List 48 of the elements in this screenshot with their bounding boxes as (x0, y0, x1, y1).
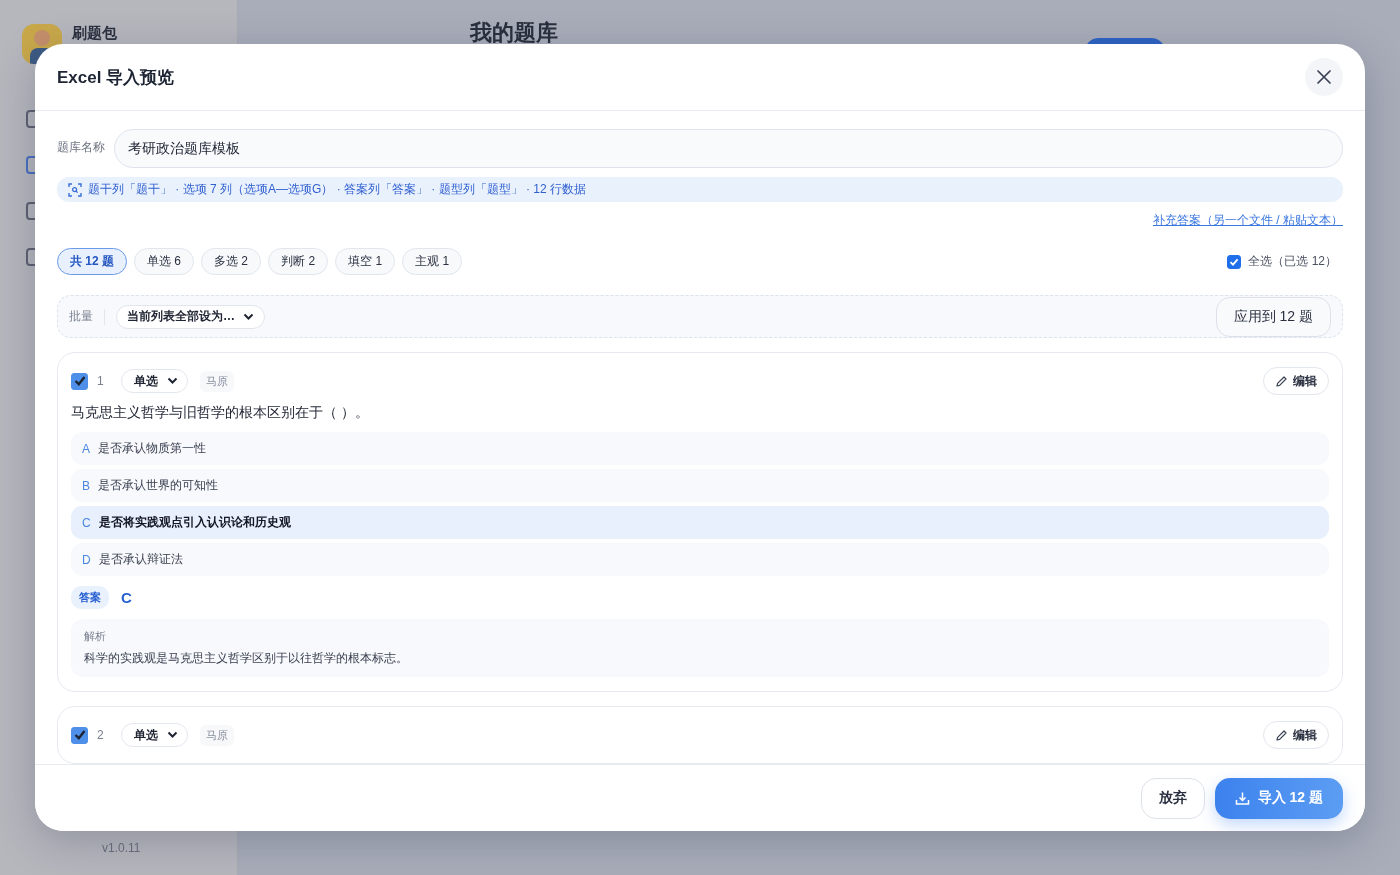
filter-chip[interactable]: 单选 6 (134, 248, 195, 276)
filter-chip[interactable]: 共 12 题 (57, 248, 127, 276)
filter-chip[interactable]: 判断 2 (268, 248, 329, 276)
subject-tag: 马原 (200, 724, 234, 746)
field-label: 题库名称 (57, 139, 105, 156)
supplement-answers-link[interactable]: 补充答案（另一个文件 / 粘贴文本） (1153, 212, 1343, 230)
detection-summary: 题干列「题干」 · 选项 7 列（选项A—选项G） · 答案列「答案」 · 题型列「题型」 · 12 行数据 (88, 181, 587, 198)
answer-option[interactable]: D 是否承认辩证法 (71, 543, 1329, 576)
answer-value: C (121, 589, 132, 606)
select-all-checkbox[interactable] (1227, 254, 1242, 269)
question-number: 1 (97, 374, 105, 388)
batch-type-dropdown[interactable]: 当前列表全部设为… (116, 304, 265, 329)
answer-option[interactable]: B 是否承认世界的可知性 (71, 469, 1329, 502)
close-icon (1316, 69, 1332, 85)
answer-option[interactable]: C 是否将实践观点引入认识论和历史观 (71, 506, 1329, 539)
analysis-text: 科学的实践观是马克思主义哲学区别于以往哲学的根本标志。 (84, 650, 409, 667)
question-stem: 马克思主义哲学与旧哲学的根本区别在于（ ）。 (71, 404, 370, 422)
chevron-down-icon (167, 377, 178, 385)
page-title: 我的题库 (470, 19, 558, 47)
close-button[interactable] (1305, 58, 1343, 96)
filter-chip[interactable]: 主观 1 (402, 248, 463, 276)
pencil-icon (1275, 728, 1288, 742)
batch-label: 批量 (69, 308, 93, 325)
subject-tag: 马原 (200, 370, 234, 392)
filter-chip[interactable]: 多选 2 (201, 248, 262, 276)
discard-button[interactable]: 放弃 (1140, 777, 1205, 819)
question-checkbox[interactable] (71, 372, 88, 390)
chevron-down-icon (243, 312, 254, 321)
answer-badge: 答案 (71, 586, 109, 609)
app-name: 刷题包 (72, 23, 117, 43)
question-type-dropdown[interactable]: 单选 (121, 723, 188, 747)
apply-button[interactable]: 应用到 12 题 (1215, 296, 1331, 337)
chevron-down-icon (167, 731, 178, 739)
bank-name-field[interactable]: 考研政治题库模板 (114, 129, 1343, 168)
edit-button[interactable]: 编辑 (1263, 367, 1329, 395)
pencil-icon (1275, 374, 1288, 388)
analysis-label: 解析 (84, 629, 107, 644)
question-checkbox[interactable] (71, 726, 88, 744)
question-type-dropdown[interactable]: 单选 (121, 369, 188, 393)
select-all-label: 全选（已选 12） (1248, 253, 1337, 271)
question-number: 2 (97, 728, 105, 742)
scan-icon (68, 182, 82, 197)
dialog-title: Excel 导入预览 (57, 66, 175, 89)
filter-chip[interactable]: 填空 1 (335, 248, 396, 276)
version-label: v1.0.11 (102, 841, 142, 855)
download-icon (1234, 790, 1250, 806)
answer-option[interactable]: A 是否承认物质第一性 (71, 432, 1329, 465)
edit-button[interactable]: 编辑 (1263, 721, 1329, 749)
